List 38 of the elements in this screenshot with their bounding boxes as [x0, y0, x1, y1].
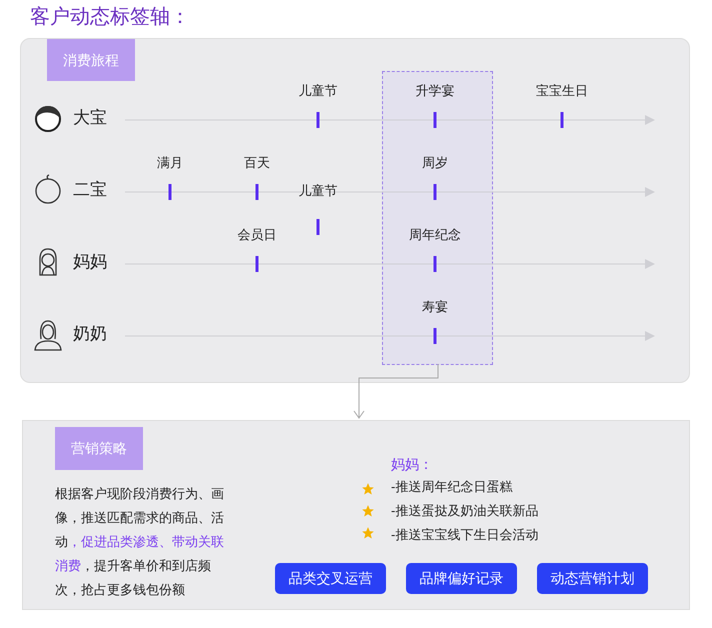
event-marker	[256, 256, 258, 272]
target-name: 妈妈：	[391, 455, 434, 474]
event-label: 宝宝生日	[536, 82, 588, 100]
action-button[interactable]: 品类交叉运营	[275, 563, 386, 594]
event-label: 会员日	[238, 226, 276, 244]
recommendation-item: -推送蛋挞及奶油关联新品	[391, 502, 538, 520]
event-marker	[434, 112, 436, 128]
person-name: 二宝	[73, 179, 107, 202]
strategy-description: 根据客户现阶段消费行为、画像，推送匹配需求的商品、活动，促进品类渗透、带动关联消费，提升客单价和到店频次，抢占更多钱包份额	[55, 485, 225, 599]
event-marker	[434, 184, 436, 200]
event-marker	[434, 256, 436, 272]
event-label: 周岁	[422, 154, 448, 172]
recommendation-item: -推送宝宝线下生日会活动	[391, 526, 538, 544]
page-title: 客户动态标签轴：	[30, 5, 190, 30]
recommendation-item: -推送周年纪念日蛋糕	[391, 478, 514, 496]
star-icon	[361, 482, 375, 496]
action-button[interactable]: 品牌偏好记录	[406, 563, 517, 594]
person-name: 妈妈	[73, 251, 107, 274]
action-button[interactable]: 动态营销计划	[537, 563, 648, 594]
event-label: 升学宴	[416, 82, 454, 100]
section-tag: 消费旅程	[47, 39, 135, 81]
event-label: 百天	[244, 154, 270, 172]
event-marker	[256, 184, 258, 200]
section-tag: 营销策略	[55, 427, 143, 470]
event-label: 满月	[157, 154, 183, 172]
event-label: 周年纪念	[409, 226, 461, 244]
event-marker	[316, 219, 320, 235]
event-label: 儿童节	[298, 82, 338, 100]
person-name: 大宝	[73, 107, 107, 130]
event-label: 儿童节	[298, 182, 338, 200]
star-icon	[361, 526, 375, 540]
star-icon	[361, 504, 375, 518]
event-label: 寿宴	[422, 298, 448, 316]
event-marker	[316, 112, 320, 128]
event-marker	[168, 184, 172, 200]
person-name: 奶奶	[73, 323, 107, 346]
event-marker	[560, 112, 564, 128]
event-marker	[434, 328, 436, 344]
